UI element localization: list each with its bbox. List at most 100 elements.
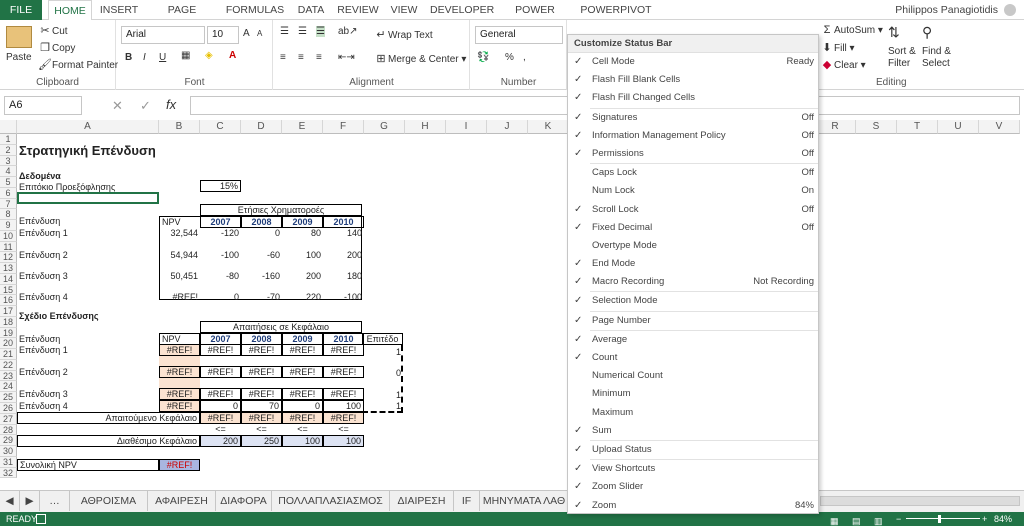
bold-icon[interactable]: B <box>125 52 132 63</box>
tab-view[interactable]: VIEW <box>386 0 422 20</box>
row-header-1[interactable]: 1 <box>0 134 17 145</box>
menu-item-count[interactable]: ✓ Count <box>568 349 818 367</box>
name-box[interactable]: A6 <box>4 96 82 115</box>
chosen-value-3[interactable]: 1 <box>362 390 403 401</box>
zoom-out-icon[interactable]: − <box>896 512 901 526</box>
column-header-f[interactable]: F <box>323 120 364 134</box>
plan-npv-2[interactable]: #REF! <box>159 366 200 378</box>
row-header-22[interactable]: 22 <box>0 359 17 371</box>
sheet-tab-1[interactable]: ΑΘΡΟΙΣΜΑ <box>70 491 148 511</box>
required-capital-0[interactable]: #REF! <box>200 412 241 424</box>
row-header-10[interactable]: 10 <box>0 230 17 242</box>
sheet-tab-5[interactable]: ΔΙΑΙΡΕΣΗ <box>390 491 454 511</box>
plan-row4-3[interactable]: 0 <box>282 400 323 412</box>
row-header-30[interactable]: 30 <box>0 446 17 457</box>
font-size-select[interactable]: 10 <box>207 26 239 44</box>
column-header-i[interactable]: I <box>446 120 487 134</box>
npv-value-3[interactable]: 50,451 <box>159 271 200 282</box>
cashflow-4-2007[interactable]: 0 <box>200 292 241 303</box>
available-capital-0[interactable]: 200 <box>200 435 241 447</box>
underline-icon[interactable]: U <box>159 52 166 63</box>
paste-icon[interactable] <box>6 26 32 48</box>
more-sheets-icon[interactable]: … <box>40 491 70 511</box>
row-header-8[interactable]: 8 <box>0 209 17 221</box>
comma-icon[interactable]: , <box>523 52 526 63</box>
plan-req-2-1[interactable]: #REF! <box>241 366 282 378</box>
menu-item-numerical-count[interactable]: Numerical Count <box>568 367 818 385</box>
next-sheet-icon[interactable]: ▶ <box>20 491 40 511</box>
find-select-button-2[interactable]: Select <box>922 58 950 69</box>
tab-home[interactable]: HOME <box>48 0 92 21</box>
plan-npv-3[interactable]: #REF! <box>159 388 200 400</box>
row-header-14[interactable]: 14 <box>0 273 17 285</box>
npv-value-1[interactable]: 32,544 <box>159 228 200 239</box>
row-header-18[interactable]: 18 <box>0 316 17 328</box>
column-header-t[interactable]: T <box>897 120 938 134</box>
paste-button[interactable]: Paste <box>6 52 32 63</box>
zoom-in-icon[interactable]: + <box>982 512 987 526</box>
zoom-slider[interactable] <box>906 518 980 519</box>
required-capital-2[interactable]: #REF! <box>282 412 323 424</box>
menu-item-signatures[interactable]: ✓ Signatures Off <box>568 109 818 127</box>
prev-sheet-icon[interactable]: ◀ <box>0 491 20 511</box>
tab-page-layout[interactable]: PAGE LAYOUT <box>146 0 218 36</box>
row-header-13[interactable]: 13 <box>0 263 17 274</box>
tab-developer[interactable]: DEVELOPER <box>430 0 494 20</box>
menu-item-zoom[interactable]: ✓ Zoom 84% <box>568 497 818 515</box>
cashflow-1-2007[interactable]: -120 <box>200 228 241 239</box>
available-capital-1[interactable]: 250 <box>241 435 282 447</box>
row-header-19[interactable]: 19 <box>0 327 17 339</box>
sort-filter-button[interactable]: Sort & <box>888 46 916 57</box>
row-header-7[interactable]: 7 <box>0 198 17 210</box>
macro-record-icon[interactable] <box>36 514 46 524</box>
percent-icon[interactable]: % <box>505 52 514 63</box>
cashflow-4-2008[interactable]: -70 <box>241 292 282 303</box>
cut-button[interactable]: ✂ Cut <box>38 24 67 38</box>
select-all[interactable] <box>0 120 17 134</box>
column-header-r[interactable]: R <box>815 120 856 134</box>
row-header-9[interactable]: 9 <box>0 220 17 231</box>
row-header-32[interactable]: 32 <box>0 467 17 479</box>
column-header-v[interactable]: V <box>979 120 1020 134</box>
row-header-23[interactable]: 23 <box>0 370 17 382</box>
number-format-select[interactable]: General <box>475 26 563 44</box>
fill-color-icon[interactable]: ◈ <box>205 50 213 61</box>
row-header-20[interactable]: 20 <box>0 338 17 350</box>
total-npv-value[interactable]: #REF! <box>159 459 200 471</box>
avatar[interactable] <box>1004 4 1016 16</box>
tab-review[interactable]: REVIEW <box>336 0 380 20</box>
cashflow-2-2010[interactable]: 200 <box>323 250 364 261</box>
menu-item-upload-status[interactable]: ✓ Upload Status <box>568 441 818 459</box>
row-header-28[interactable]: 28 <box>0 424 17 436</box>
row-header-17[interactable]: 17 <box>0 306 17 317</box>
plan-req-3-2[interactable]: #REF! <box>282 388 323 400</box>
menu-item-view-shortcuts[interactable]: ✓ View Shortcuts <box>568 460 818 478</box>
row-header-24[interactable]: 24 <box>0 381 17 393</box>
column-header-k[interactable]: K <box>528 120 569 134</box>
tab-power-query[interactable]: POWER QUERY <box>498 0 572 36</box>
row-header-25[interactable]: 25 <box>0 392 17 403</box>
tab-powerpivot[interactable]: POWERPIVOT <box>580 0 652 20</box>
plan-npv-1[interactable]: #REF! <box>159 344 200 356</box>
menu-item-sum[interactable]: ✓ Sum <box>568 422 818 440</box>
column-header-e[interactable]: E <box>282 120 323 134</box>
row-header-6[interactable]: 6 <box>0 187 17 199</box>
zoom-level[interactable]: 84% <box>994 512 1012 526</box>
currency-icon[interactable]: 💱 <box>477 52 489 63</box>
menu-item-information-management-policy[interactable]: ✓ Information Management Policy Off <box>568 127 818 145</box>
indent-icon[interactable]: ⇤⇥ <box>338 52 355 63</box>
menu-item-selection-mode[interactable]: ✓ Selection Mode <box>568 292 818 310</box>
clear-button[interactable]: ◆ Clear ▾ <box>820 58 866 72</box>
row-header-5[interactable]: 5 <box>0 177 17 188</box>
fill-button[interactable]: ⬇ Fill ▾ <box>820 41 854 55</box>
column-header-j[interactable]: J <box>487 120 528 134</box>
npv-value-2[interactable]: 54,944 <box>159 250 200 261</box>
menu-item-num-lock[interactable]: Num Lock On <box>568 182 818 200</box>
function-icon[interactable]: fx <box>166 97 176 112</box>
column-header-b[interactable]: B <box>159 120 200 134</box>
required-capital-3[interactable]: #REF! <box>323 412 364 424</box>
menu-item-end-mode[interactable]: ✓ End Mode <box>568 255 818 273</box>
column-header-a[interactable]: A <box>17 120 159 134</box>
plan-req-3-1[interactable]: #REF! <box>241 388 282 400</box>
sort-filter-button-2[interactable]: Filter <box>888 58 910 69</box>
